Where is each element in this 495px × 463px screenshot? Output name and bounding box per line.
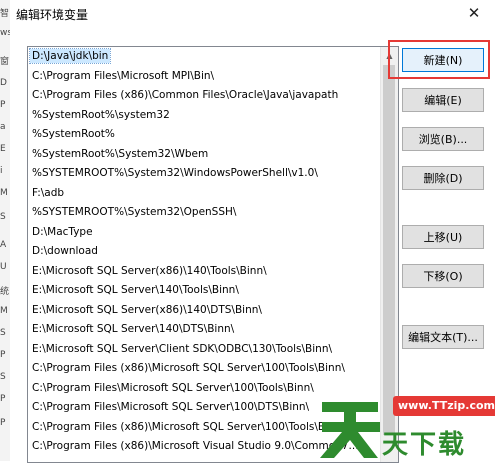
path-list-item[interactable]: %SYSTEMROOT%\System32\WindowsPowerShell\… — [28, 164, 380, 184]
new-button-highlight — [388, 40, 490, 79]
path-list-item-text: C:\Program Files (x86)\Microsoft SQL Ser… — [32, 362, 345, 374]
close-icon[interactable]: ✕ — [463, 2, 485, 24]
path-list-item[interactable]: %SystemRoot% — [28, 125, 380, 145]
background-glyph: E — [0, 144, 6, 154]
path-list-item[interactable]: %SYSTEMROOT%\System32\OpenSSH\ — [28, 203, 380, 223]
path-list-item-text: E:\Microsoft SQL Server(x86)\140\DTS\Bin… — [32, 303, 262, 316]
path-list-item[interactable]: E:\Microsoft SQL Server\140\Tools\Binn\ — [28, 281, 380, 301]
watermark-text: 天下载 — [382, 430, 467, 460]
move-up-button[interactable]: 上移(U) — [402, 225, 484, 249]
background-glyph: P — [0, 100, 6, 110]
path-list-item-text: C:\Program Files\Microsoft SQL Server\10… — [32, 381, 314, 394]
background-glyph: S — [0, 372, 6, 382]
background-glyph: S — [0, 212, 6, 222]
path-list-item-text: %SYSTEMROOT%\System32\OpenSSH\ — [32, 206, 237, 218]
path-list-item-text: D:\MacType — [32, 225, 93, 238]
path-list-item-text: E:\Microsoft SQL Server\Client SDK\ODBC\… — [32, 342, 333, 355]
path-list-item-text: D:\Java\jdk\bin — [28, 48, 112, 64]
background-glyph: P — [0, 350, 6, 360]
path-list-item-text: C:\Program Files (x86)\Common Files\Orac… — [32, 89, 339, 101]
dialog-title: 编辑环境变量 — [16, 8, 89, 22]
path-list-item[interactable]: %SystemRoot%\system32 — [28, 106, 380, 126]
background-glyph: A — [0, 240, 7, 250]
path-list-item[interactable]: E:\Microsoft SQL Server\Client SDK\ODBC\… — [28, 340, 380, 360]
path-list-item-text: E:\Microsoft SQL Server(x86)\140\Tools\B… — [32, 264, 267, 277]
path-list-item-text: %SystemRoot%\System32\Wbem — [32, 147, 209, 160]
background-glyph: U — [0, 262, 7, 272]
background-glyph: P — [0, 418, 6, 428]
background-glyph: M — [0, 188, 8, 198]
path-list-item-text: E:\Microsoft SQL Server\140\Tools\Binn\ — [32, 284, 239, 296]
background-glyph: D — [0, 78, 7, 88]
path-list-item-text: C:\Program Files\Microsoft MPI\Bin\ — [32, 69, 215, 82]
edit-button[interactable]: 编辑(E) — [402, 88, 484, 112]
background-glyph: a — [0, 122, 6, 132]
path-list-item-text: E:\Microsoft SQL Server\140\DTS\Binn\ — [32, 323, 235, 335]
background-glyph: M — [0, 306, 8, 316]
background-glyph: P — [0, 394, 6, 404]
background-glyph: 智 — [0, 9, 10, 19]
path-list-item[interactable]: D:\download — [28, 242, 380, 262]
path-list-item-text: %SystemRoot%\system32 — [32, 108, 170, 121]
path-list-item-text: D:\download — [32, 245, 98, 257]
title-bar: 编辑环境变量 ✕ — [10, 0, 495, 28]
path-list-item[interactable]: F:\adb — [28, 184, 380, 204]
path-list-item[interactable]: E:\Microsoft SQL Server(x86)\140\Tools\B… — [28, 262, 380, 282]
scrollbar-thumb[interactable] — [383, 65, 395, 435]
path-list-item[interactable]: %SystemRoot%\System32\Wbem — [28, 145, 380, 165]
path-list-item[interactable]: C:\Program Files (x86)\Microsoft SQL Ser… — [28, 359, 380, 379]
background-glyph: 窗 — [0, 57, 10, 67]
path-list-item-text: F:\adb — [32, 186, 65, 199]
path-list-item-text: C:\Program Files (x86)\Microsoft SQL Ser… — [32, 420, 335, 433]
path-list-item[interactable]: E:\Microsoft SQL Server\140\DTS\Binn\ — [28, 320, 380, 340]
path-list-item[interactable]: D:\Java\jdk\bin — [28, 47, 380, 67]
background-glyph: S — [0, 328, 6, 338]
path-list-item-text: %SystemRoot% — [32, 128, 115, 140]
path-list-item[interactable]: C:\Program Files (x86)\Common Files\Orac… — [28, 86, 380, 106]
path-list-item[interactable]: D:\MacType — [28, 223, 380, 243]
path-list-item[interactable]: E:\Microsoft SQL Server(x86)\140\DTS\Bin… — [28, 301, 380, 321]
watermark-url: www.TTzip.com — [393, 396, 495, 416]
edit-text-button[interactable]: 编辑文本(T)... — [402, 325, 484, 349]
path-list-item[interactable]: C:\Program Files\Microsoft MPI\Bin\ — [28, 67, 380, 87]
path-list-item-text: C:\Program Files\Microsoft SQL Server\10… — [32, 401, 310, 413]
background-glyph: 统 — [0, 287, 10, 297]
move-down-button[interactable]: 下移(O) — [402, 264, 484, 288]
browse-button[interactable]: 浏览(B)... — [402, 127, 484, 151]
path-list-item-text: %SYSTEMROOT%\System32\WindowsPowerShell\… — [32, 167, 318, 179]
delete-button[interactable]: 删除(D) — [402, 166, 484, 190]
background-glyph: i — [0, 166, 3, 176]
path-list-item-text: C:\Program Files (x86)\Microsoft Visual … — [32, 440, 359, 452]
